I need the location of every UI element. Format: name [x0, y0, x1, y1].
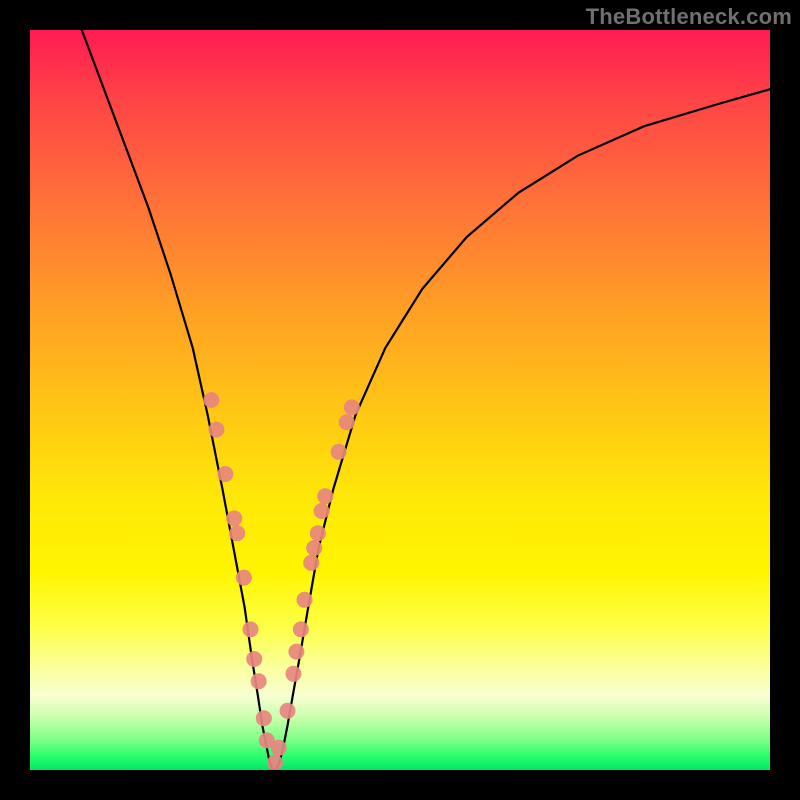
data-dot: [226, 510, 242, 526]
data-dot: [256, 710, 272, 726]
plot-area: [30, 30, 770, 770]
data-dot: [267, 755, 283, 770]
data-dot: [306, 540, 322, 556]
data-dot: [203, 392, 219, 408]
data-dot: [314, 503, 330, 519]
data-dot: [280, 703, 296, 719]
data-dot: [288, 644, 304, 660]
data-dot: [285, 666, 301, 682]
data-dot: [293, 621, 309, 637]
data-dot: [236, 570, 252, 586]
data-dot: [251, 673, 267, 689]
data-dot: [331, 444, 347, 460]
data-dot: [229, 525, 245, 541]
watermark-text: TheBottleneck.com: [586, 4, 792, 30]
data-dot: [339, 414, 355, 430]
data-dot: [246, 651, 262, 667]
data-dot: [243, 621, 259, 637]
bottleneck-curve: [82, 30, 770, 770]
data-dot: [217, 466, 233, 482]
data-dot: [297, 592, 313, 608]
data-dot: [208, 422, 224, 438]
data-dot: [317, 488, 333, 504]
data-dot: [310, 525, 326, 541]
data-dot: [344, 399, 360, 415]
chart-svg: [30, 30, 770, 770]
chart-container: TheBottleneck.com: [0, 0, 800, 800]
data-dot: [271, 740, 287, 756]
data-dot: [303, 555, 319, 571]
